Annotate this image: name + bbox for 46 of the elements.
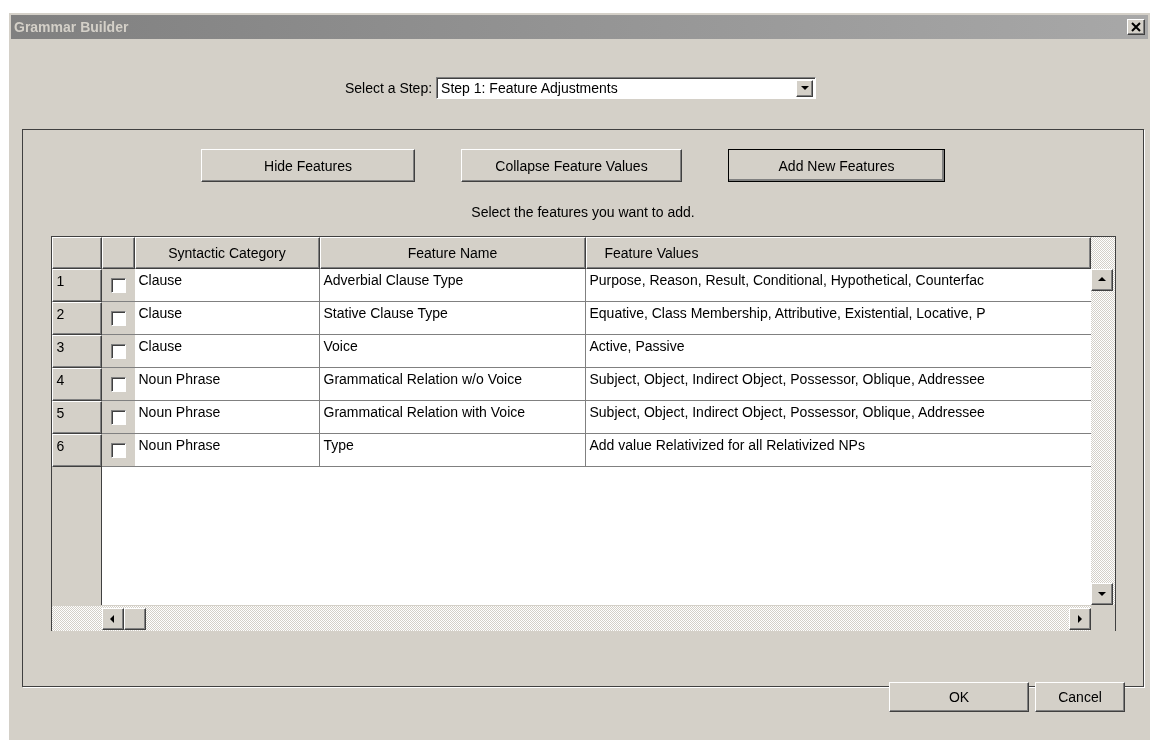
- table-cell: Clause: [134, 302, 320, 335]
- vertical-scrollbar[interactable]: [1090, 237, 1115, 605]
- close-button[interactable]: [1127, 19, 1145, 35]
- table-cell: Type: [319, 434, 586, 467]
- checkbox[interactable]: [110, 442, 126, 458]
- horizontal-scrollbar[interactable]: [101, 606, 1091, 631]
- row-header[interactable]: 4: [51, 368, 102, 401]
- table-cell: Noun Phrase: [134, 368, 320, 401]
- checkbox[interactable]: [110, 310, 126, 326]
- toolbar-button[interactable]: Hide Features: [201, 149, 415, 182]
- checkbox[interactable]: [110, 277, 126, 293]
- table-cell: Noun Phrase: [134, 401, 320, 434]
- row-header[interactable]: 2: [51, 302, 102, 335]
- table-cell: Purpose, Reason, Result, Conditional, Hypothetical, Counterfac: [585, 269, 1091, 302]
- cancel-button[interactable]: Cancel: [1035, 682, 1125, 712]
- row-header[interactable]: 6: [51, 434, 102, 467]
- checkbox[interactable]: [110, 343, 126, 359]
- table-cell: Stative Clause Type: [319, 302, 586, 335]
- table-cell: Subject, Object, Indirect Object, Possessor, Oblique, Addressee: [585, 401, 1091, 434]
- column-header[interactable]: Feature Name: [319, 237, 586, 269]
- column-header[interactable]: Feature Values: [585, 237, 1091, 269]
- table-cell: Clause: [134, 269, 320, 302]
- table-cell: Active, Passive: [585, 335, 1091, 368]
- toolbar-button[interactable]: Add New Features: [728, 149, 945, 182]
- table-cell: Subject, Object, Indirect Object, Possessor, Oblique, Addressee: [585, 368, 1091, 401]
- table-cell: Noun Phrase: [134, 434, 320, 467]
- window-title: Grammar Builder: [14, 19, 129, 35]
- row-header[interactable]: 1: [51, 269, 102, 302]
- table-cell: Grammatical Relation w/o Voice: [319, 368, 586, 401]
- checkbox[interactable]: [110, 376, 126, 392]
- table-cell: Adverbial Clause Type: [319, 269, 586, 302]
- table-cell: Equative, Class Membership, Attributive, Existential, Locative, P: [585, 302, 1091, 335]
- toolbar-button[interactable]: Collapse Feature Values: [461, 149, 682, 182]
- scroll-thumb[interactable]: [123, 607, 146, 630]
- ok-button[interactable]: OK: [889, 682, 1029, 712]
- field-label: Select a Step:: [344, 80, 433, 96]
- column-header[interactable]: Syntactic Category: [134, 237, 320, 269]
- step-dropdown[interactable]: Step 1: Feature Adjustments: [436, 77, 817, 99]
- table-cell: Add value Relativized for all Relativized NPs: [585, 434, 1091, 467]
- instruction-text: Select the features you want to add.: [471, 204, 695, 220]
- table-cell: Clause: [134, 335, 320, 368]
- row-header[interactable]: 5: [51, 401, 102, 434]
- row-header[interactable]: 3: [51, 335, 102, 368]
- table-cell: Voice: [319, 335, 586, 368]
- checkbox[interactable]: [110, 409, 126, 425]
- table-cell: Grammatical Relation with Voice: [319, 401, 586, 434]
